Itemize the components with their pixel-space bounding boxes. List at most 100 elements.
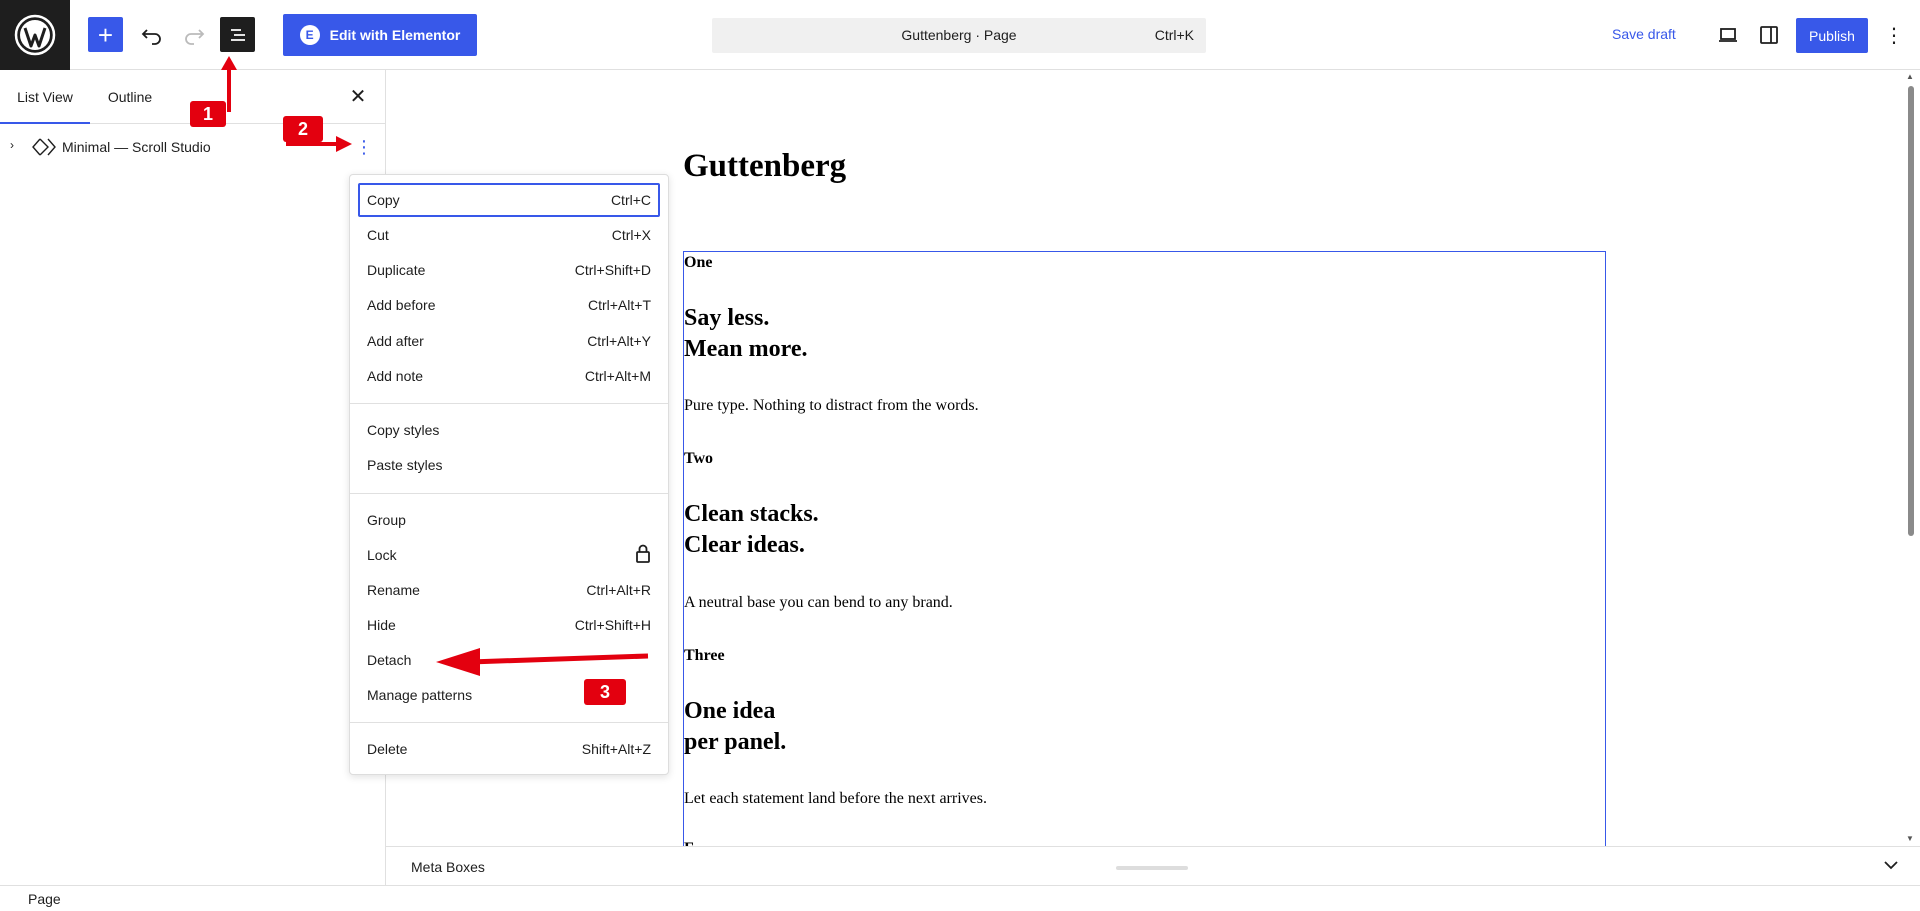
chevron-down-icon[interactable] [1884, 857, 1898, 873]
device-preview-button[interactable] [1710, 17, 1746, 53]
list-view-icon [230, 28, 245, 41]
menu-item-shortcut: Ctrl+Alt+M [584, 368, 651, 384]
menu-item-lock[interactable]: Lock [358, 538, 660, 572]
menu-item-shortcut: Ctrl+Shift+D [574, 262, 651, 278]
close-sidebar-button[interactable]: ✕ [345, 84, 371, 110]
menu-item-label: Manage patterns [367, 687, 473, 703]
settings-sidebar-button[interactable] [1751, 17, 1787, 53]
close-icon: ✕ [349, 86, 367, 108]
menu-item-label: Duplicate [367, 262, 426, 278]
section-headline[interactable]: Clean stacks. [684, 499, 819, 530]
section-headline[interactable]: per panel. [684, 727, 786, 758]
document-title: Guttenberg · Page [901, 27, 1017, 43]
chevron-right-icon[interactable]: › [10, 138, 14, 152]
command-shortcut: Ctrl+K [1154, 27, 1194, 43]
menu-item-label: Add after [367, 333, 424, 349]
menu-item-label: Group [367, 512, 406, 528]
menu-item-add-before[interactable]: Add before Ctrl+Alt+T [358, 288, 660, 322]
menu-item-shortcut: Ctrl+Alt+T [587, 297, 651, 313]
menu-item-label: Copy styles [367, 422, 440, 438]
tab-list-view[interactable]: List View [0, 70, 90, 124]
section-headline[interactable]: Mean more. [684, 334, 808, 365]
elementor-icon: E [299, 25, 320, 45]
wordpress-logo-icon[interactable] [0, 0, 70, 70]
section-headline[interactable]: Clear ideas. [684, 530, 805, 561]
document-overview-sidebar: List View Outline ✕ › Minimal — Scroll S… [0, 70, 386, 885]
meta-boxes-label[interactable]: Meta Boxes [411, 859, 485, 875]
menu-item-shortcut: Ctrl+Alt+Y [587, 333, 651, 349]
list-view-item-label: Minimal — Scroll Studio [62, 139, 211, 155]
document-overview-button[interactable] [220, 17, 255, 52]
canvas-scrollbar[interactable] [1908, 86, 1914, 536]
command-palette-bar[interactable]: Guttenberg · Page Ctrl+K [712, 18, 1206, 53]
undo-icon [141, 29, 161, 45]
menu-item-label: Add before [367, 297, 436, 313]
editor-header: + E Edit with Elementor Guttenberg · Pag… [0, 0, 1920, 70]
plus-icon: + [97, 19, 114, 50]
scroll-up-icon[interactable]: ▲ [1906, 72, 1914, 81]
resize-handle[interactable] [1116, 866, 1188, 870]
list-view-item[interactable]: › Minimal — Scroll Studio ⋮ [0, 132, 385, 162]
menu-item-copy-styles[interactable]: Copy styles [358, 413, 660, 447]
edit-with-elementor-button[interactable]: E Edit with Elementor [283, 14, 477, 56]
menu-item-shortcut: Ctrl+C [610, 192, 651, 208]
undo-button[interactable] [134, 17, 170, 53]
lock-icon [635, 544, 651, 567]
section-body[interactable]: Let each statement land before the next … [684, 790, 987, 808]
sidebar-icon [1760, 26, 1778, 44]
pattern-block[interactable]: One Say less. Mean more. Pure type. Noth… [683, 251, 1606, 846]
menu-item-shortcut: Ctrl+Shift+H [574, 617, 651, 633]
save-draft-button[interactable]: Save draft [1612, 26, 1676, 42]
menu-item-label: Paste styles [367, 457, 443, 473]
menu-item-copy[interactable]: Copy Ctrl+C [358, 183, 660, 217]
menu-item-label: Detach [367, 652, 412, 668]
menu-item-shortcut: Shift+Alt+Z [581, 741, 651, 757]
meta-boxes-panel: Meta Boxes [386, 846, 1920, 885]
menu-item-add-note[interactable]: Add note Ctrl+Alt+M [358, 359, 660, 393]
menu-item-paste-styles[interactable]: Paste styles [358, 448, 660, 482]
scroll-down-icon[interactable]: ▼ [1906, 834, 1914, 843]
breadcrumb-page[interactable]: Page [28, 891, 61, 907]
publish-button[interactable]: Publish [1796, 18, 1868, 53]
section-label[interactable]: Three [684, 647, 725, 665]
block-options-button[interactable]: ⋮ [354, 136, 374, 158]
section-label[interactable]: Two [684, 450, 713, 468]
tab-outline[interactable]: Outline [90, 70, 170, 124]
menu-item-label: Hide [367, 617, 396, 633]
section-headline[interactable]: Say less. [684, 303, 769, 334]
menu-item-duplicate[interactable]: Duplicate Ctrl+Shift+D [358, 253, 660, 287]
annotation-badge-3: 3 [584, 679, 626, 705]
pattern-icon [32, 137, 56, 160]
menu-separator [350, 722, 668, 723]
options-menu-button[interactable]: ⋮ [1880, 17, 1908, 53]
redo-button[interactable] [176, 17, 212, 53]
menu-item-label: Add note [367, 368, 424, 384]
edit-with-elementor-label: Edit with Elementor [329, 27, 461, 43]
menu-item-label: Delete [367, 741, 408, 757]
menu-separator [350, 493, 668, 494]
menu-item-add-after[interactable]: Add after Ctrl+Alt+Y [358, 324, 660, 358]
annotation-badge-1: 1 [190, 101, 226, 127]
menu-item-cut[interactable]: Cut Ctrl+X [358, 218, 660, 252]
menu-item-label: Cut [367, 227, 389, 243]
page-title[interactable]: Guttenberg [683, 148, 846, 185]
menu-item-label: Rename [367, 582, 420, 598]
menu-item-label: Lock [367, 547, 397, 563]
menu-item-hide[interactable]: Hide Ctrl+Shift+H [358, 608, 660, 642]
redo-icon [185, 29, 205, 45]
menu-item-detach[interactable]: Detach [358, 643, 660, 677]
menu-item-rename[interactable]: Rename Ctrl+Alt+R [358, 573, 660, 607]
menu-item-delete[interactable]: Delete Shift+Alt+Z [358, 732, 660, 766]
more-vertical-icon: ⋮ [1884, 24, 1904, 47]
menu-item-label: Copy [367, 192, 400, 208]
section-body[interactable]: Pure type. Nothing to distract from the … [684, 397, 979, 415]
desktop-icon [1719, 28, 1737, 42]
section-headline[interactable]: One idea [684, 696, 775, 727]
menu-separator [350, 403, 668, 404]
section-body[interactable]: A neutral base you can bend to any brand… [684, 594, 953, 612]
annotation-badge-2: 2 [283, 116, 323, 142]
menu-item-shortcut: Ctrl+X [611, 227, 651, 243]
menu-item-group[interactable]: Group [358, 503, 660, 537]
section-label[interactable]: One [684, 254, 712, 272]
add-block-button[interactable]: + [88, 17, 123, 52]
